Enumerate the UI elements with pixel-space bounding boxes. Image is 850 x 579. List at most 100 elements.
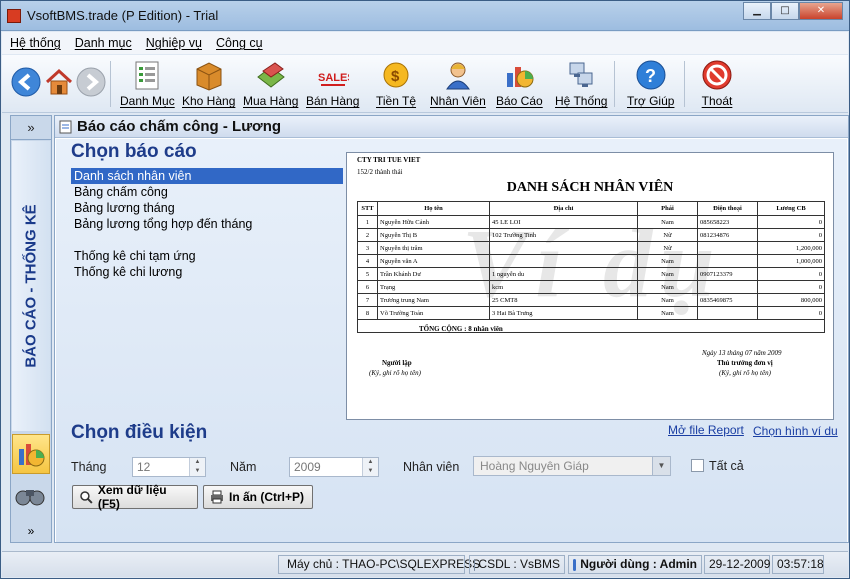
home-icon[interactable] [44,67,74,97]
toolbar-nhan-vien[interactable]: Nhân Viên [430,59,486,108]
sidebar-more-button[interactable]: » [12,520,50,542]
employee-icon [445,62,470,90]
minimize-button[interactable]: ▁ [743,2,771,20]
table-row: 4 Nguyễn văn A Nam 1,000,000 [357,254,825,268]
user-icon [573,558,577,571]
year-spinner-arrows[interactable]: ▲ ▼ [362,458,378,476]
month-spinner-arrows[interactable]: ▲ ▼ [189,458,205,476]
print-button[interactable]: In ấn (Ctrl+P) [203,485,313,509]
report-chart-icon [19,444,45,467]
sidebar-expand-button[interactable]: » [11,116,51,140]
currency-icon: $ [383,62,409,88]
employee-select[interactable]: Hoàng Nguyên Giáp ▼ [473,456,671,476]
title-bar: VsoftBMS.trade (P Edition) - Trial ▁ □ ✕ [1,1,849,31]
system-computer-icon [569,62,593,87]
table-row: 8 Võ Trường Toản 3 Hai Bà Trưng Nam 0 [357,306,825,320]
status-user: Người dùng : Admin [568,555,702,574]
preview-signer-right-note: (Ký, ghi rõ họ tên) [719,369,771,377]
svg-text:SALES: SALES [318,72,349,84]
left-sidebar: » BÁO CÁO - THỐNG KÊ » [10,115,52,543]
col-luong-cb: Lương CB [757,201,825,216]
help-icon: ? [636,60,666,90]
report-item-danh-sach-nhan-vien[interactable]: Danh sách nhân viên [71,168,343,184]
table-row: 7 Trương trung Nam 25 CMT8 Nam 0835469875 800… [357,293,825,307]
form-title: Báo cáo chấm công - Lương [77,118,282,135]
toolbar-thoat[interactable]: Thoát [701,59,733,108]
purchase-icon [256,62,285,88]
toolbar-he-thong[interactable]: Hệ Thống [555,59,607,108]
report-section-title: Chọn báo cáo [71,141,197,162]
month-label: Tháng [71,460,107,474]
year-spinner[interactable]: 2009 ▲ ▼ [289,457,379,477]
form-document-icon [59,120,72,133]
sidebar-search-button[interactable] [12,476,50,516]
maximize-button[interactable]: □ [771,2,799,20]
report-preview: Ví dụ CTY TRI TUE VIET 152/2 thành thái … [346,152,834,420]
chevron-down-icon[interactable]: ▼ [652,457,670,475]
report-item-chi-luong[interactable]: Thống kê chi lương [71,264,343,280]
toolbar-tro-giup[interactable]: ? Trợ Giúp [627,59,674,108]
exit-icon [702,60,732,90]
report-item-chi-tam-ung[interactable]: Thống kê chi tạm ứng [71,248,343,264]
condition-section-title: Chọn điều kiện [71,422,208,443]
close-button[interactable]: ✕ [799,2,843,20]
year-label: Năm [230,460,257,474]
status-server: Máy chủ : THAO-PC\SQLEXPRESS [278,555,480,574]
col-ho-ten: Họ tên [377,201,490,216]
svg-text:$: $ [391,68,400,85]
status-date: 29-12-2009 [704,555,770,574]
employee-value: Hoàng Nguyên Giáp [480,459,589,473]
toolbar-bao-cao[interactable]: Báo Cáo [496,59,543,108]
toolbar-tien-te[interactable]: $ Tiền Tệ [376,59,416,108]
preview-total: TỔNG CỘNG : 8 nhân viên [419,325,503,333]
col-stt: STT [357,201,378,216]
year-value: 2009 [294,460,321,474]
all-checkbox[interactable] [691,459,704,472]
table-row: 1 Nguyễn Hữu Cảnh 45 LE LOI Nam 085658223 0 [357,215,825,229]
view-data-button[interactable]: Xem dữ liệu (F5) [72,483,198,511]
status-db: CSDL : VsBMS [469,555,565,574]
table-row: 5 Trần Khánh Dư 1 nguyễn du Nam 0907123379 0 [357,267,825,281]
report-item-bang-luong-tong-hop[interactable]: Bảng lương tổng hợp đến tháng [71,216,343,232]
report-item-bang-cham-cong[interactable]: Bảng chấm công [71,184,343,200]
status-bar: Máy chủ : THAO-PC\SQLEXPRESS CSDL : VsBM… [2,551,848,577]
open-report-file-link[interactable]: Mở file Report [668,423,744,437]
preview-date: Ngày 13 tháng 07 năm 2009 [702,349,782,357]
printer-icon [211,490,223,504]
sidebar-report-button[interactable] [12,434,50,474]
warehouse-box-icon [196,62,222,91]
preview-company: CTY TRI TUE VIET [357,156,421,164]
month-spinner[interactable]: 12 ▲ ▼ [132,457,206,477]
report-chart-icon [507,67,534,88]
magnifier-icon [80,491,93,504]
sidebar-section-tab[interactable]: BÁO CÁO - THỐNG KÊ [12,141,50,431]
form-header: Báo cáo chấm công - Lương [55,116,848,138]
col-phai: Phái [637,201,698,216]
choose-sample-image-link[interactable]: Chọn hình ví du [753,424,838,438]
menu-cong-cu[interactable]: Công cụ [216,36,263,50]
preview-signer-right: Thủ trưởng đơn vị [717,359,773,367]
menu-danh-muc[interactable]: Danh mục [75,36,132,50]
toolbar-kho-hang[interactable]: Kho Hàng [182,59,235,108]
app-window: VsoftBMS.trade (P Edition) - Trial ▁ □ ✕… [0,0,850,579]
app-icon [7,9,21,23]
svg-text:?: ? [645,66,656,86]
back-icon[interactable] [11,67,41,97]
menu-bar: Hệ thống Danh mục Nghiệp vụ Công cụ [2,32,848,54]
employee-label: Nhân viên [403,460,460,474]
report-list: Danh sách nhân viên Bảng chấm công Bảng … [71,168,343,280]
status-time: 03:57:18 [772,555,824,574]
menu-nghiep-vu[interactable]: Nghiệp vụ [146,36,202,50]
forward-icon[interactable] [76,67,106,97]
all-label: Tất cả [709,459,744,473]
col-dia-chi: Địa chỉ [489,201,638,216]
toolbar-ban-hang[interactable]: SALES Bán Hàng [306,59,359,108]
binoculars-icon [15,490,45,506]
report-item-bang-luong-thang[interactable]: Bảng lương tháng [71,200,343,216]
sales-icon: SALES [318,72,349,86]
toolbar-mua-hang[interactable]: Mua Hàng [243,59,298,108]
list-icon [135,61,159,90]
toolbar-danh-muc[interactable]: Danh Mục [120,59,175,108]
menu-he-thong[interactable]: Hệ thống [10,36,61,50]
report-form: Báo cáo chấm công - Lương Chọn báo cáo D… [54,115,849,543]
